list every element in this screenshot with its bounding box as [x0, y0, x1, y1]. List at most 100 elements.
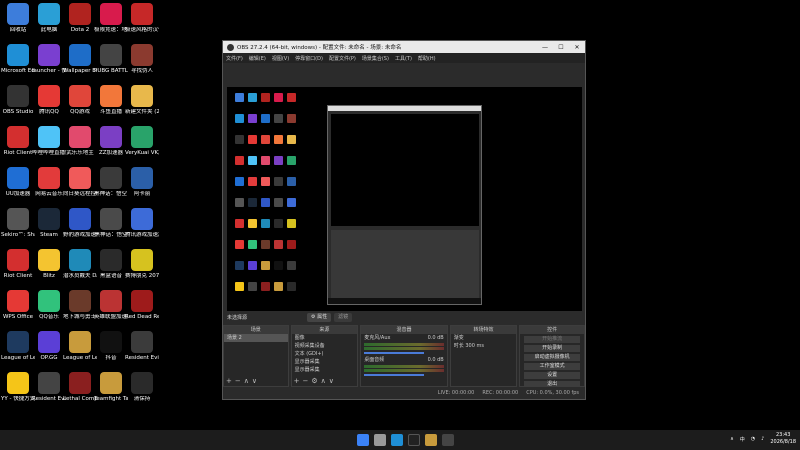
desktop-icon[interactable]: 极限竞速：地平线 5	[94, 3, 128, 34]
window-title: OBS 27.2.4 (64-bit, windows) - 配置文件: 未命名…	[237, 45, 402, 51]
mirrored-icon	[261, 156, 270, 165]
transition-duration[interactable]: 时长 300 ms	[451, 342, 517, 350]
desktop-icon-label: Resident Evil Re...	[125, 355, 159, 361]
wifi-icon[interactable]: ◔	[751, 436, 755, 442]
source-item[interactable]: 显示器采集	[292, 366, 358, 374]
desktop-icon[interactable]: QQ游戏	[63, 85, 97, 116]
filters-button[interactable]: 滤镜	[334, 312, 353, 322]
desktop-icon[interactable]: UU加速器	[1, 167, 35, 198]
desktop-icon[interactable]: WPS Office	[1, 290, 35, 321]
desktop-icon[interactable]: OBS Studio	[1, 85, 35, 116]
desktop-icon[interactable]: VeryKuai VK加速器	[125, 126, 159, 157]
menu-docks[interactable]: 停靠窗口(D)	[295, 55, 323, 62]
menu-tools[interactable]: 工具(T)	[395, 55, 412, 62]
menu-file[interactable]: 文件(F)	[226, 55, 243, 62]
desktop-icon[interactable]: Teamfight Tactics	[94, 372, 128, 403]
desktop-icon[interactable]: Red Dead Redempti...	[125, 290, 159, 321]
menu-scene-collection[interactable]: 场景集合(S)	[362, 55, 389, 62]
desktop-icon[interactable]: Resident Evil 4	[32, 372, 66, 403]
desktop-icon[interactable]: 潜水员戴夫 DAVE T...	[63, 249, 97, 280]
clock[interactable]: 23:43 2026/8/18	[770, 432, 796, 446]
desktop-icon[interactable]: 野豹游戏加速器	[63, 208, 97, 239]
app-icon	[131, 3, 153, 25]
menu-help[interactable]: 帮助(H)	[418, 55, 436, 62]
volume-slider[interactable]	[364, 374, 425, 376]
source-item[interactable]: 图像	[292, 334, 358, 342]
settings-button[interactable]: 设置	[524, 372, 580, 379]
desktop-icon[interactable]: Dota 2	[63, 3, 97, 34]
desktop-icon[interactable]: 地下城与勇士：创新世纪	[63, 290, 97, 321]
maximize-button[interactable]: ☐	[553, 44, 569, 51]
close-button[interactable]: ✕	[569, 44, 585, 51]
desktop-icon[interactable]: 腾讯游戏加速加速器	[125, 208, 159, 239]
volume-icon[interactable]: ♪	[761, 436, 764, 442]
obs-taskbar-icon[interactable]	[442, 434, 454, 446]
chevron-up-icon[interactable]: ∧	[730, 436, 734, 442]
desktop-icon[interactable]: 哔哩哔哩直播姬	[32, 126, 66, 157]
desktop-icon[interactable]: 赛博朋克 2077	[125, 249, 159, 280]
desktop-icon[interactable]: ZZ加速器	[94, 126, 128, 157]
desktop-icon[interactable]: 英雄联盟加速器	[94, 290, 128, 321]
desktop-icon[interactable]: 寻找伪人	[125, 44, 159, 75]
volume-slider[interactable]	[364, 352, 425, 354]
desktop-icon[interactable]: 抖音	[94, 331, 128, 362]
tiktok-icon[interactable]	[408, 434, 420, 446]
studio-mode-button[interactable]: 工作室模式	[524, 363, 580, 370]
desktop-icon[interactable]: Microsoft Edge	[1, 44, 35, 75]
desktop-icon[interactable]: YY - 快捷方式	[1, 372, 35, 403]
nested-obs-preview	[327, 105, 482, 305]
start-icon[interactable]	[357, 434, 369, 446]
source-item[interactable]: 文本 (GDI+)	[292, 350, 358, 358]
desktop-icon[interactable]: Riot Client	[1, 126, 35, 157]
desktop-icon[interactable]: League of Legends - 快捷方式	[63, 331, 97, 362]
edge-icon[interactable]	[391, 434, 403, 446]
explorer-icon[interactable]	[374, 434, 386, 446]
source-item[interactable]: 视频采集设备	[292, 342, 358, 350]
desktop-icon[interactable]: 网易云音乐	[32, 167, 66, 198]
obs-titlebar[interactable]: OBS 27.2.4 (64-bit, windows) - 配置文件: 未命名…	[223, 41, 585, 53]
desktop-icon[interactable]: Steam	[32, 208, 66, 239]
desktop-icon[interactable]: Lethal Company	[63, 372, 97, 403]
desktop-icon[interactable]: 回收站	[1, 3, 35, 34]
source-controls[interactable]: +−⚙∧∨	[294, 377, 337, 385]
app-icon	[100, 126, 122, 148]
desktop-icon[interactable]: 极速风格的汉化程序	[125, 3, 159, 34]
menu-profile[interactable]: 配置文件(P)	[329, 55, 356, 62]
desktop-icon[interactable]: 黑神话：悟空 性能测试工具	[94, 167, 128, 198]
desktop-icon[interactable]: OP.GG	[32, 331, 66, 362]
desktop-icon[interactable]: 黑盒语音	[94, 249, 128, 280]
desktop-icon-label: OBS Studio	[2, 109, 34, 115]
scene-controls[interactable]: +−∧∨	[226, 377, 260, 385]
desktop-icon[interactable]: QQ音乐	[32, 290, 66, 321]
minimize-button[interactable]: —	[537, 44, 553, 51]
source-item[interactable]: 显示器采集	[292, 358, 358, 366]
desktop-icon[interactable]: 向日葵远程控制	[63, 167, 97, 198]
virtual-camera-button[interactable]: 启动虚拟摄像机	[524, 354, 580, 361]
desktop-icon[interactable]: Sekiro™: Shadow...	[1, 208, 35, 239]
desktop-icon[interactable]: 清保持	[125, 372, 159, 403]
desktop-icon[interactable]: 黑神话：悟空	[94, 208, 128, 239]
lang-indicator[interactable]: 中	[740, 436, 745, 443]
desktop-icon[interactable]: 阿卡丽	[125, 167, 159, 198]
desktop-icon[interactable]: launcher - 快捷方式	[32, 44, 66, 75]
menu-edit[interactable]: 编辑(E)	[249, 55, 266, 62]
desktop-icon[interactable]: Blitz	[32, 249, 66, 280]
desktop-icon[interactable]: 新建文件夹 (2)	[125, 85, 159, 116]
start-recording-button[interactable]: 开始录制	[524, 345, 580, 352]
start-streaming-button[interactable]: 开始推流	[524, 336, 580, 343]
properties-button[interactable]: ⚙ 属性	[307, 312, 332, 322]
desktop-icon[interactable]: Resident Evil Re...	[125, 331, 159, 362]
transition-type-select[interactable]: 渐变	[451, 334, 517, 342]
desktop-icon[interactable]: Riot Client	[1, 249, 35, 280]
league-icon[interactable]	[425, 434, 437, 446]
scene-item[interactable]: 场景 2	[224, 334, 288, 342]
desktop-icon[interactable]: 斗鱼直播	[94, 85, 128, 116]
desktop-icon[interactable]: PUBG BATTLEGROUNDS	[94, 44, 128, 75]
desktop-icon[interactable]: Wallpaper Engine: ...	[63, 44, 97, 75]
preview-canvas[interactable]	[227, 87, 582, 311]
menu-view[interactable]: 视图(V)	[272, 55, 289, 62]
desktop-icon[interactable]: 腾讯QQ	[32, 85, 66, 116]
desktop-icon[interactable]: 武乐乐地主	[63, 126, 97, 157]
desktop-icon[interactable]: League of Legends	[1, 331, 35, 362]
desktop-icon[interactable]: 此电脑	[32, 3, 66, 34]
